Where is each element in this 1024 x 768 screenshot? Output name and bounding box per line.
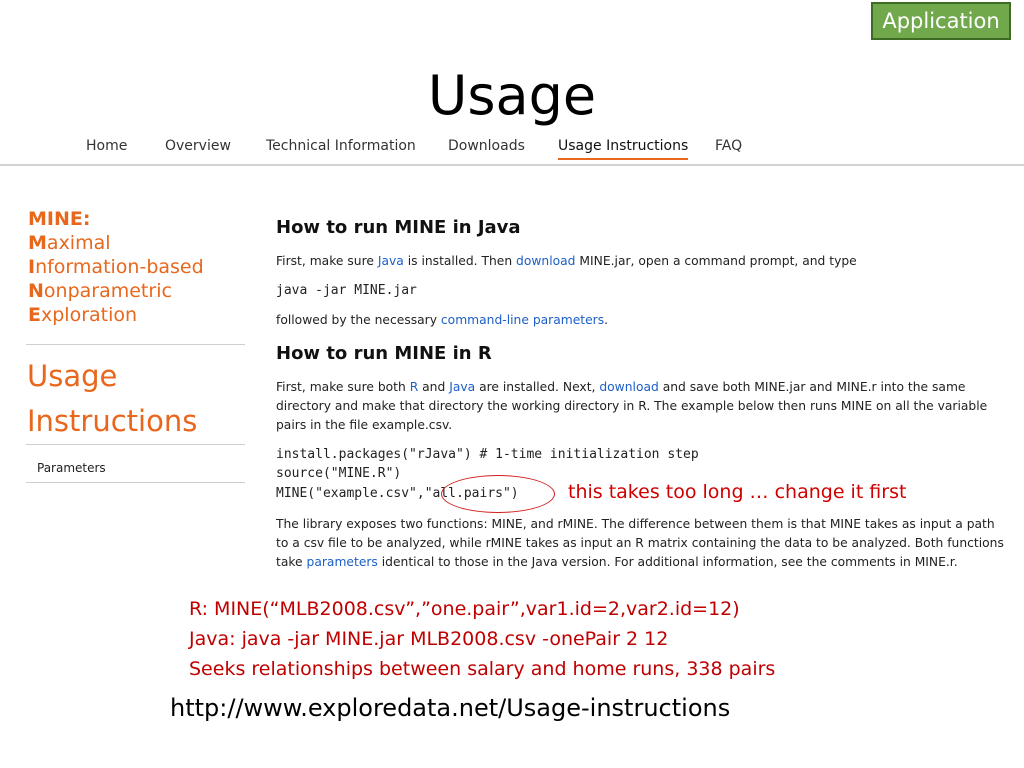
- java-code: java -jar MINE.jar: [276, 283, 417, 298]
- highlight-circle: [441, 475, 555, 513]
- r-paragraph-2: The library exposes two functions: MINE,…: [276, 517, 1004, 569]
- java-heading: How to run MINE in Java: [276, 217, 521, 238]
- note-line: R: MINE(“MLB2008.csv”,”one.pair”,var1.id…: [189, 598, 740, 620]
- r-heading: How to run MINE in R: [276, 343, 492, 364]
- nav-downloads[interactable]: Downloads: [448, 138, 525, 154]
- slide-title: Usage: [427, 64, 597, 127]
- sidebar-title: MINE:: [28, 208, 91, 230]
- nav-overview[interactable]: Overview: [165, 138, 231, 154]
- nav-bar: Home Overview Technical Information Down…: [0, 130, 1024, 166]
- acronym-line: Nonparametric: [28, 280, 172, 302]
- nav-usage-instructions[interactable]: Usage Instructions: [558, 138, 689, 160]
- java-link[interactable]: Java: [378, 254, 404, 268]
- annotation-note: this takes too long … change it first: [568, 481, 907, 503]
- r-code-line: install.packages("rJava") # 1-time initi…: [276, 447, 699, 462]
- sidebar-section-heading: Usage Instructions: [27, 359, 198, 438]
- note-line: Java: java -jar MINE.jar MLB2008.csv -on…: [189, 628, 669, 650]
- parameters-link[interactable]: parameters: [307, 555, 378, 569]
- sidebar-link-parameters[interactable]: Parameters: [37, 461, 106, 475]
- java-paragraph-1: First, make sure Java is installed. Then…: [276, 254, 857, 268]
- r-link[interactable]: R: [410, 380, 419, 394]
- command-line-parameters-link[interactable]: command-line parameters: [441, 313, 604, 327]
- application-badge: Application: [871, 2, 1011, 40]
- nav-faq[interactable]: FAQ: [715, 138, 742, 154]
- source-url: http://www.exploredata.net/Usage-instruc…: [170, 694, 731, 722]
- acronym-line: Maximal: [28, 232, 111, 254]
- nav-technical-information[interactable]: Technical Information: [266, 138, 416, 154]
- sidebar-divider: [26, 482, 245, 483]
- acronym-line: Information-based: [28, 256, 204, 278]
- r-paragraph-1: First, make sure both R and Java are ins…: [276, 380, 988, 432]
- java-paragraph-2: followed by the necessary command-line p…: [276, 313, 609, 327]
- sidebar-divider: [26, 444, 245, 445]
- download-link[interactable]: download: [516, 254, 575, 268]
- sidebar-divider: [26, 344, 245, 345]
- r-code-line: source("MINE.R"): [276, 466, 402, 481]
- java-link[interactable]: Java: [449, 380, 475, 394]
- acronym-line: Exploration: [28, 304, 138, 326]
- note-line: Seeks relationships between salary and h…: [189, 658, 776, 680]
- nav-home[interactable]: Home: [86, 138, 127, 154]
- download-link[interactable]: download: [599, 380, 658, 394]
